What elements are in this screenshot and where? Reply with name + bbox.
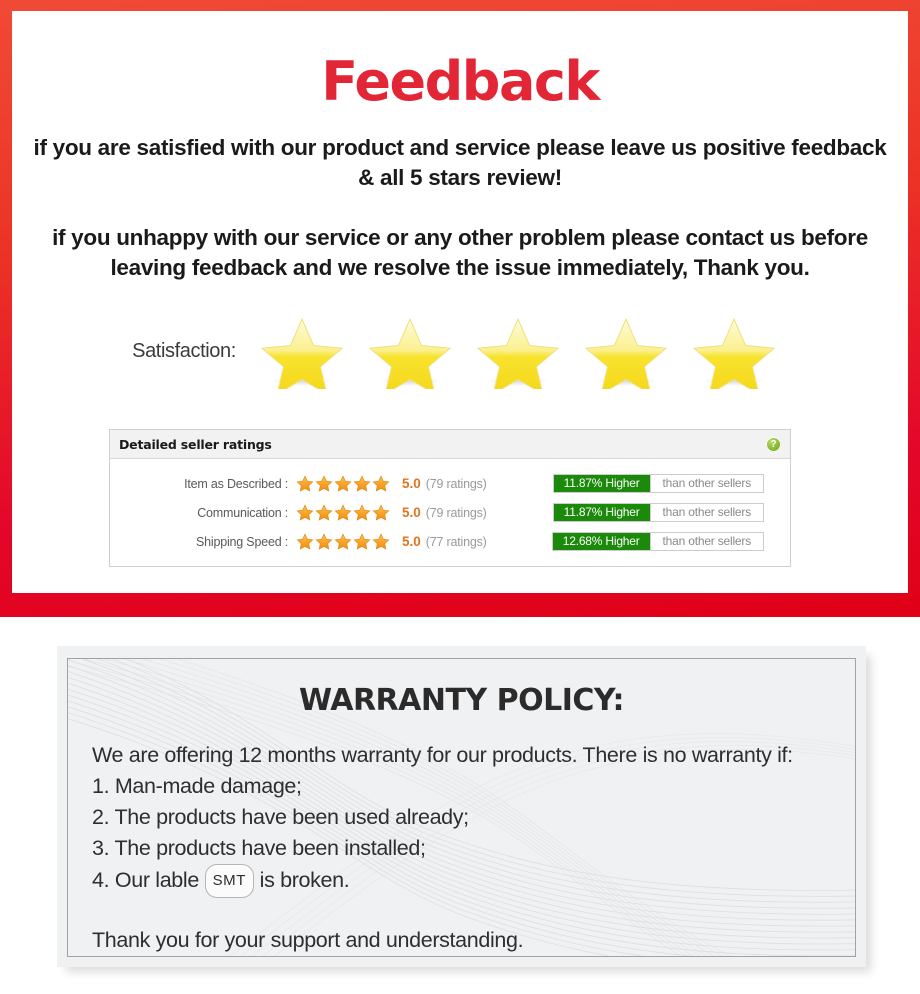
warranty-item-4: 4. Our lable SMT is broken. [68,864,855,898]
warranty-thanks: Thank you for your support and understan… [92,928,524,952]
dsr-row-label: Shipping Speed : [195,534,288,549]
dsr-row-count: (77 ratings) [425,534,487,549]
dsr-comparison-bar: 11.87% Higher than other sellers [552,474,764,493]
page-title: Feedback [321,50,600,113]
warranty-intro: We are offering 12 months warranty for o… [92,743,793,767]
satisfaction-star-icon [464,313,572,389]
warranty-content: WARRANTY POLICY: We are offering 12 mont… [68,683,855,956]
warranty-item-4-suffix: is broken. [259,868,350,892]
dsr-row-score: 5.0 [402,505,421,520]
warranty-card-inner: WARRANTY POLICY: We are offering 12 mont… [67,658,856,957]
satisfaction-star-icon [248,313,356,389]
dsr-row-count: (79 ratings) [425,505,487,520]
feedback-paragraph-contact: if you unhappy with our service or any o… [52,225,868,280]
dsr-row-count: (79 ratings) [425,476,487,491]
warranty-card: WARRANTY POLICY: We are offering 12 mont… [57,646,866,967]
dsr-row: Communication : 5.0 (79 ratings) 11.87% … [110,498,790,527]
help-question-icon[interactable]: ? [766,436,781,452]
dsr-comparison-caption: than other sellers [649,475,763,492]
dsr-star-rating [296,475,396,492]
warranty-heading: WARRANTY POLICY: [298,683,625,718]
dsr-comparison-bar: 12.68% Higher than other sellers [551,532,764,551]
dsr-comparison-bar: 11.87% Higher than other sellers [552,503,764,522]
dsr-comparison-value: 11.87% Higher [553,475,650,492]
warranty-item-3: 3. The products have been installed; [92,836,426,860]
dsr-star-rating [296,504,396,521]
dsr-comparison-value: 12.68% Higher [552,533,650,550]
dsr-comparison-caption: than other sellers [649,533,763,550]
feedback-red-frame: Feedback if you are satisfied with our p… [0,0,920,617]
dsr-row: Item as Described : 5.0 (79 ratings) 11.… [110,469,790,498]
dsr-star-rating [296,533,396,550]
warranty-region: WARRANTY POLICY: We are offering 12 mont… [0,617,920,994]
satisfaction-star-icon [680,313,788,389]
dsr-row-score: 5.0 [402,534,421,549]
dsr-title: Detailed seller ratings [119,436,272,452]
dsr-header: Detailed seller ratings ? [110,430,790,459]
dsr-comparison-value: 11.87% Higher [553,504,650,521]
warranty-item-1: 1. Man-made damage; [92,774,302,798]
satisfaction-label: Satisfaction: [132,339,236,362]
dsr-row-score: 5.0 [402,476,421,491]
feedback-paragraph-positive: if you are satisfied with our product an… [33,135,887,190]
smt-label-badge: SMT [204,864,255,898]
warranty-item-2: 2. The products have been used already; [92,805,469,829]
dsr-row: Shipping Speed : 5.0 (77 ratings) 12.68%… [110,527,790,556]
feedback-panel: Feedback if you are satisfied with our p… [12,11,908,593]
dsr-row-label: Item as Described : [184,476,288,491]
warranty-item-4-prefix: 4. Our lable [92,868,199,892]
dsr-row-label: Communication : [197,505,288,520]
satisfaction-star-icon [356,313,464,389]
detailed-seller-ratings-box: Detailed seller ratings ? Item as Descri… [109,429,791,567]
dsr-body: Item as Described : 5.0 (79 ratings) 11.… [110,459,790,566]
satisfaction-star-icon [572,313,680,389]
dsr-comparison-caption: than other sellers [649,504,763,521]
satisfaction-row: Satisfaction: [12,311,908,391]
